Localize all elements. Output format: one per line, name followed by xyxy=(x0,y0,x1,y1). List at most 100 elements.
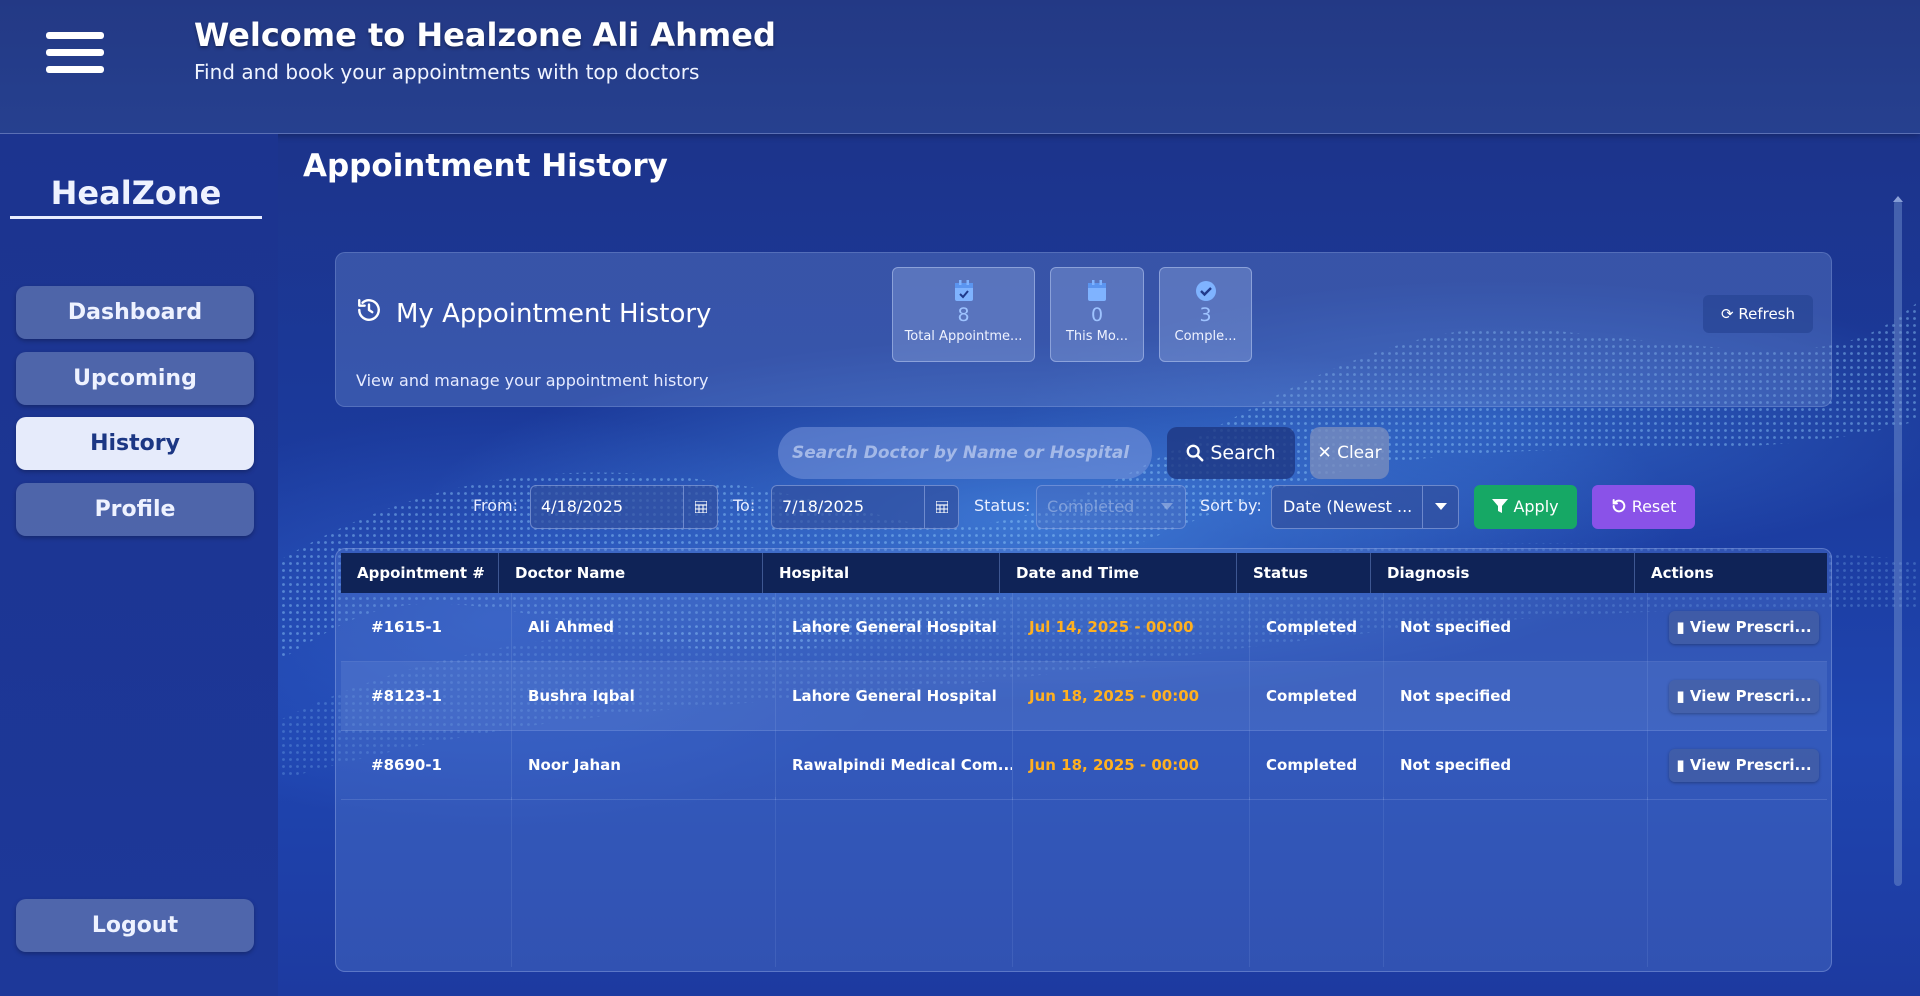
to-date-value: 7/18/2025 xyxy=(782,497,865,516)
column-header-diagnosis[interactable]: Diagnosis xyxy=(1371,553,1635,593)
appointment-number: #1615-1 xyxy=(341,593,512,662)
appointment-number: #8690-1 xyxy=(341,731,512,800)
hospital-name: Lahore General Hospital xyxy=(776,593,1013,662)
view-prescription-label: View Prescri... xyxy=(1689,756,1812,774)
undo-icon xyxy=(1611,497,1632,516)
appointment-datetime: Jul 14, 2025 - 00:00 xyxy=(1013,593,1250,662)
view-prescription-label: View Prescri... xyxy=(1689,687,1812,705)
appointment-history-table: Appointment # Doctor Name Hospital Date … xyxy=(335,548,1832,972)
prescription-icon: ▮ xyxy=(1676,756,1685,774)
search-label: Search xyxy=(1210,442,1276,464)
apply-label: Apply xyxy=(1513,497,1559,516)
empty-table-area xyxy=(341,797,1827,967)
hospital-name: Lahore General Hospital xyxy=(776,662,1013,731)
summary-title-text: My Appointment History xyxy=(396,298,712,329)
sidebar-item-profile[interactable]: Profile xyxy=(16,483,254,536)
sort-dropdown[interactable]: Date (Newest ... xyxy=(1271,485,1459,529)
sidebar-item-history[interactable]: History xyxy=(16,417,254,470)
appointment-datetime: Jun 18, 2025 - 00:00 xyxy=(1013,662,1250,731)
status-text: Completed xyxy=(1250,662,1384,731)
actions-cell: ▮ View Prescri... xyxy=(1648,593,1827,662)
view-prescription-label: View Prescri... xyxy=(1689,618,1812,636)
logout-button[interactable]: Logout xyxy=(16,899,254,952)
apply-button[interactable]: Apply xyxy=(1474,485,1577,529)
reset-button[interactable]: Reset xyxy=(1592,485,1695,529)
diagnosis-text: Not specified xyxy=(1384,662,1648,731)
status-label: Status: xyxy=(974,496,1031,515)
summary-title: My Appointment History xyxy=(356,297,711,330)
stat-value: 8 xyxy=(957,304,970,326)
stat-this-month: 0 This Mo... xyxy=(1050,267,1144,362)
doctor-name: Bushra Iqbal xyxy=(512,662,776,731)
close-icon: ✕ xyxy=(1317,443,1332,463)
scroll-up-icon[interactable] xyxy=(1892,188,1904,202)
stat-total-appointments: 8 Total Appointme... xyxy=(892,267,1035,362)
table-row[interactable]: #1615-1 Ali Ahmed Lahore General Hospita… xyxy=(341,593,1827,662)
calendar-icon[interactable] xyxy=(683,486,717,528)
status-text: Completed xyxy=(1250,593,1384,662)
history-icon xyxy=(356,297,382,330)
diagnosis-text: Not specified xyxy=(1384,593,1648,662)
view-prescription-button[interactable]: ▮ View Prescri... xyxy=(1669,611,1819,644)
view-prescription-button[interactable]: ▮ View Prescri... xyxy=(1669,680,1819,713)
from-date-value: 4/18/2025 xyxy=(541,497,624,516)
search-button[interactable]: Search xyxy=(1167,427,1295,479)
appointment-datetime: Jun 18, 2025 - 00:00 xyxy=(1013,731,1250,800)
stat-completed: 3 Comple... xyxy=(1159,267,1252,362)
sidebar-item-dashboard[interactable]: Dashboard xyxy=(16,286,254,339)
actions-cell: ▮ View Prescri... xyxy=(1648,731,1827,800)
vertical-scrollbar[interactable] xyxy=(1892,188,1904,978)
calendar-icon xyxy=(1051,280,1143,302)
hamburger-menu-icon[interactable] xyxy=(46,32,104,84)
chevron-down-icon xyxy=(1149,486,1185,528)
status-dropdown[interactable]: Completed xyxy=(1036,485,1186,529)
prescription-icon: ▮ xyxy=(1676,687,1685,705)
stat-value: 3 xyxy=(1199,304,1212,326)
calendar-check-icon xyxy=(893,280,1034,302)
status-value: Completed xyxy=(1047,497,1135,516)
column-header-hospital[interactable]: Hospital xyxy=(763,553,1000,593)
prescription-icon: ▮ xyxy=(1676,618,1685,636)
column-header-doctor[interactable]: Doctor Name xyxy=(499,553,763,593)
top-header: Welcome to Healzone Ali Ahmed Find and bo… xyxy=(0,0,1920,134)
from-date-field[interactable]: 4/18/2025 xyxy=(530,485,718,529)
table-row[interactable]: #8690-1 Noor Jahan Rawalpindi Medical Co… xyxy=(341,731,1827,800)
reset-label: Reset xyxy=(1631,497,1677,516)
search-input[interactable] xyxy=(778,427,1152,479)
welcome-text: Welcome to Healzone xyxy=(194,16,583,54)
from-label: From: xyxy=(473,496,519,515)
column-header-status[interactable]: Status xyxy=(1237,553,1371,593)
appointment-number: #8123-1 xyxy=(341,662,512,731)
filter-icon xyxy=(1492,497,1513,516)
search-icon xyxy=(1186,442,1210,464)
scrollbar-thumb[interactable] xyxy=(1894,200,1902,886)
view-prescription-button[interactable]: ▮ View Prescri... xyxy=(1669,749,1819,782)
brand-logo: HealZone xyxy=(10,174,262,219)
doctor-name: Noor Jahan xyxy=(512,731,776,800)
sidebar-item-upcoming[interactable]: Upcoming xyxy=(16,352,254,405)
stat-value: 0 xyxy=(1090,304,1104,326)
sort-label: Sort by: xyxy=(1200,496,1262,515)
clear-label: Clear xyxy=(1337,443,1382,463)
actions-cell: ▮ View Prescri... xyxy=(1648,662,1827,731)
status-text: Completed xyxy=(1250,731,1384,800)
column-header-date[interactable]: Date and Time xyxy=(1000,553,1237,593)
to-date-field[interactable]: 7/18/2025 xyxy=(771,485,959,529)
sort-value: Date (Newest ... xyxy=(1283,497,1413,516)
header-subtitle: Find and book your appointments with top… xyxy=(194,60,700,84)
refresh-label: Refresh xyxy=(1738,305,1795,323)
diagnosis-text: Not specified xyxy=(1384,731,1648,800)
clear-button[interactable]: ✕ Clear xyxy=(1310,427,1389,479)
refresh-button[interactable]: ⟳ Refresh xyxy=(1703,295,1813,333)
user-name: Ali Ahmed xyxy=(592,16,776,54)
table-row[interactable]: #8123-1 Bushra Iqbal Lahore General Hosp… xyxy=(341,662,1827,731)
calendar-icon[interactable] xyxy=(924,486,958,528)
welcome-heading: Welcome to Healzone Ali Ahmed xyxy=(194,16,776,54)
stat-label: Comple... xyxy=(1174,329,1237,344)
to-label: To: xyxy=(733,496,756,515)
check-circle-icon xyxy=(1160,280,1251,302)
chevron-down-icon xyxy=(1422,486,1458,528)
summary-subtitle: View and manage your appointment history xyxy=(356,371,709,390)
stat-label: Total Appointme... xyxy=(904,329,1023,344)
column-header-appointment[interactable]: Appointment # xyxy=(341,553,499,593)
